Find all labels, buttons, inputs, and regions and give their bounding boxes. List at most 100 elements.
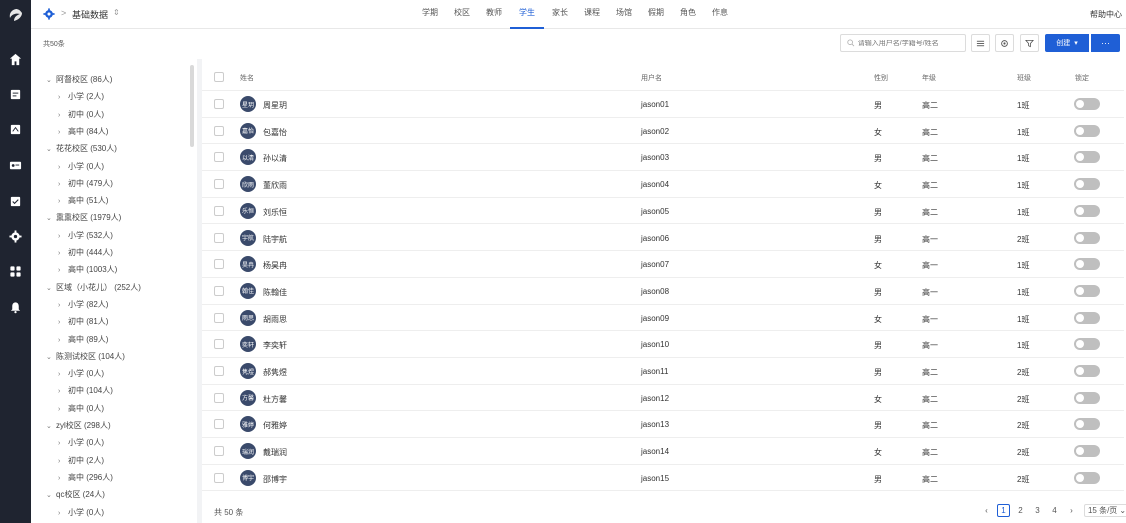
student-name[interactable]: 刘乐恒 bbox=[263, 207, 287, 218]
student-name[interactable]: 陈翰佳 bbox=[263, 287, 287, 298]
nav-tab[interactable]: 课程 bbox=[576, 0, 608, 29]
row-checkbox[interactable] bbox=[214, 99, 224, 109]
nav-tab[interactable]: 作息 bbox=[704, 0, 736, 29]
settings-gear-icon[interactable] bbox=[8, 229, 22, 243]
table-row[interactable]: 昊冉 杨昊冉 jason07 女 高一 1班 bbox=[202, 251, 1124, 278]
table-row[interactable]: 方馨 杜方馨 jason12 女 高二 2班 bbox=[202, 385, 1124, 412]
nav-tab[interactable]: 角色 bbox=[672, 0, 704, 29]
tree-node-campus[interactable]: ⌄ 花花校区 (530人) bbox=[46, 143, 117, 154]
tree-node-stage[interactable]: › 小学 (0人) bbox=[58, 507, 104, 518]
student-name[interactable]: 邵博宇 bbox=[263, 474, 287, 485]
table-row[interactable]: 博宇 邵博宇 jason15 男 高二 2班 bbox=[202, 465, 1124, 492]
table-row[interactable]: 雨思 胡雨思 jason09 女 高一 1班 bbox=[202, 305, 1124, 332]
nav-tab[interactable]: 学生 bbox=[510, 0, 544, 29]
row-checkbox[interactable] bbox=[214, 152, 224, 163]
student-name[interactable]: 陆宇航 bbox=[263, 234, 287, 245]
lock-toggle[interactable] bbox=[1074, 204, 1100, 217]
tree-node-campus[interactable]: ⌄ zyl校区 (298人) bbox=[46, 420, 111, 431]
home-icon[interactable] bbox=[8, 52, 22, 66]
student-name[interactable]: 杜方馨 bbox=[263, 394, 287, 405]
settings-button[interactable] bbox=[995, 34, 1014, 52]
tree-node-stage[interactable]: › 初中 (0人) bbox=[58, 109, 104, 120]
lock-toggle[interactable] bbox=[1074, 258, 1100, 271]
row-checkbox[interactable] bbox=[214, 419, 224, 430]
row-checkbox[interactable] bbox=[214, 366, 224, 376]
filter-button[interactable] bbox=[1020, 34, 1039, 52]
tree-node-stage[interactable]: › 初中 (104人) bbox=[58, 385, 113, 396]
nav-tab[interactable]: 教师 bbox=[478, 0, 510, 29]
next-page-icon[interactable]: › bbox=[1065, 504, 1078, 517]
lock-toggle[interactable] bbox=[1074, 391, 1100, 404]
search-box[interactable] bbox=[840, 34, 966, 52]
lock-toggle[interactable] bbox=[1074, 418, 1100, 431]
row-checkbox[interactable] bbox=[214, 446, 224, 457]
tree-node-stage[interactable]: › 初中 (81人) bbox=[58, 316, 108, 327]
tree-node-stage[interactable]: › 小学 (2人) bbox=[58, 91, 104, 102]
page-number[interactable]: 3 bbox=[1031, 504, 1044, 517]
table-row[interactable]: 以清 孙以清 jason03 男 高二 1班 bbox=[202, 144, 1124, 172]
bell-icon[interactable] bbox=[8, 300, 22, 314]
row-checkbox[interactable] bbox=[214, 285, 224, 296]
row-checkbox[interactable] bbox=[214, 179, 224, 190]
list-view-button[interactable] bbox=[971, 34, 990, 52]
lock-toggle[interactable] bbox=[1074, 178, 1100, 191]
student-name[interactable]: 李奕轩 bbox=[263, 340, 287, 351]
row-checkbox[interactable] bbox=[214, 312, 224, 323]
more-actions-button[interactable]: ··· bbox=[1091, 34, 1120, 52]
student-name[interactable]: 董欣雨 bbox=[263, 180, 287, 191]
breadcrumb-title[interactable]: 基础数据 bbox=[72, 8, 108, 21]
page-size-select[interactable]: 15 条/页 ⌄ bbox=[1084, 504, 1126, 517]
page-number[interactable]: 1 bbox=[997, 504, 1010, 517]
nav-tab[interactable]: 场馆 bbox=[608, 0, 640, 29]
table-row[interactable]: 奕轩 李奕轩 jason10 男 高一 1班 bbox=[202, 331, 1124, 358]
tree-node-stage[interactable]: › 高中 (89人) bbox=[58, 334, 108, 345]
tree-node-stage[interactable]: › 小学 (532人) bbox=[58, 230, 113, 241]
tree-node-campus[interactable]: ⌄ 熏熏校区 (1979人) bbox=[46, 212, 121, 223]
student-name[interactable]: 周星玥 bbox=[263, 100, 287, 111]
nav-tab[interactable]: 学期 bbox=[414, 0, 446, 29]
tree-node-campus[interactable]: ⌄ 陈测试校区 (104人) bbox=[46, 351, 125, 362]
table-row[interactable]: 瑞润 戴瑞润 jason14 女 高二 2班 bbox=[202, 438, 1124, 465]
lock-toggle[interactable] bbox=[1074, 284, 1100, 297]
page-number[interactable]: 4 bbox=[1048, 504, 1061, 517]
table-row[interactable]: 隽煜 郝隽煜 jason11 男 高二 2班 bbox=[202, 358, 1124, 385]
select-all-checkbox[interactable] bbox=[214, 72, 224, 82]
help-center-link[interactable]: 帮助中心 bbox=[1090, 9, 1122, 20]
prev-page-icon[interactable]: ‹ bbox=[980, 504, 993, 517]
student-name[interactable]: 包嘉怡 bbox=[263, 127, 287, 138]
lock-toggle[interactable] bbox=[1074, 124, 1100, 137]
student-name[interactable]: 何雅婷 bbox=[263, 420, 287, 431]
table-row[interactable]: 宇航 陆宇航 jason06 男 高一 2班 bbox=[202, 225, 1124, 252]
student-name[interactable]: 戴瑞润 bbox=[263, 447, 287, 458]
row-checkbox[interactable] bbox=[214, 205, 224, 216]
tree-node-stage[interactable]: › 小学 (0人) bbox=[58, 437, 104, 448]
table-row[interactable]: 雅婷 何雅婷 jason13 男 高二 2班 bbox=[202, 411, 1124, 439]
student-name[interactable]: 胡雨思 bbox=[263, 314, 287, 325]
tree-node-stage[interactable]: › 小学 (0人) bbox=[58, 161, 104, 172]
app-logo[interactable] bbox=[8, 8, 24, 24]
row-checkbox[interactable] bbox=[214, 232, 224, 243]
lock-toggle[interactable] bbox=[1074, 231, 1100, 244]
row-checkbox[interactable] bbox=[214, 259, 224, 270]
student-name[interactable]: 郝隽煜 bbox=[263, 367, 287, 378]
id-card-icon[interactable] bbox=[8, 158, 22, 172]
lock-toggle[interactable] bbox=[1074, 338, 1100, 351]
row-checkbox[interactable] bbox=[214, 392, 224, 403]
table-row[interactable]: 欣雨 董欣雨 jason04 女 高二 1班 bbox=[202, 171, 1124, 198]
tree-node-stage[interactable]: › 高中 (296人) bbox=[58, 472, 113, 483]
lock-toggle[interactable] bbox=[1074, 445, 1100, 458]
tree-node-stage[interactable]: › 初中 (479人) bbox=[58, 178, 113, 189]
student-name[interactable]: 孙以清 bbox=[263, 153, 287, 164]
student-name[interactable]: 杨昊冉 bbox=[263, 260, 287, 271]
tree-node-stage[interactable]: › 初中 (444人) bbox=[58, 247, 113, 258]
tree-node-stage[interactable]: › 高中 (84人) bbox=[58, 126, 108, 137]
row-checkbox[interactable] bbox=[214, 472, 224, 483]
row-checkbox[interactable] bbox=[214, 339, 224, 350]
table-row[interactable]: 翰佳 陈翰佳 jason08 男 高一 1班 bbox=[202, 278, 1124, 305]
lock-toggle[interactable] bbox=[1074, 471, 1100, 484]
table-row[interactable]: 嘉怡 包嘉怡 jason02 女 高二 1班 bbox=[202, 118, 1124, 145]
calendar-icon[interactable] bbox=[8, 87, 22, 101]
nav-tab[interactable]: 假期 bbox=[640, 0, 672, 29]
tree-node-stage[interactable]: › 高中 (51人) bbox=[58, 195, 108, 206]
document-icon[interactable] bbox=[8, 122, 22, 136]
